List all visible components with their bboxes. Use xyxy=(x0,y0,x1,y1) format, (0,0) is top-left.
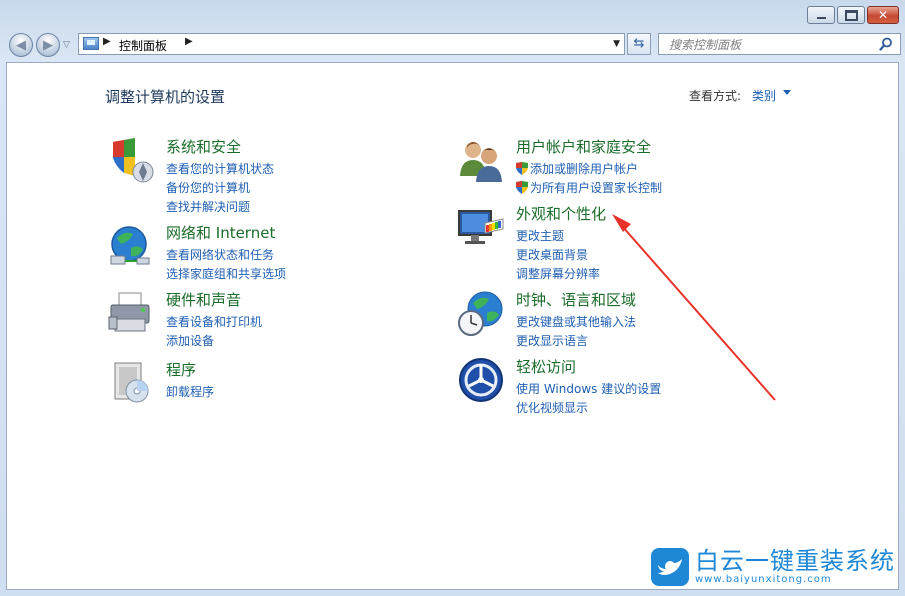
watermark-brand: 白云一键重装系统 xyxy=(695,547,895,575)
bird-logo-icon xyxy=(651,548,689,586)
control-panel-window: ✕ ◀ ▶ ▽ ▶ 控制面板 ▶ ▼ ⇆ 调整计算机的设置 查看方式: 类别 xyxy=(0,0,905,596)
watermark: 白云一键重装系统 www.baiyunxitong.com xyxy=(651,548,895,586)
watermark-url: www.baiyunxitong.com xyxy=(695,574,832,585)
annotation-arrow xyxy=(612,214,776,401)
